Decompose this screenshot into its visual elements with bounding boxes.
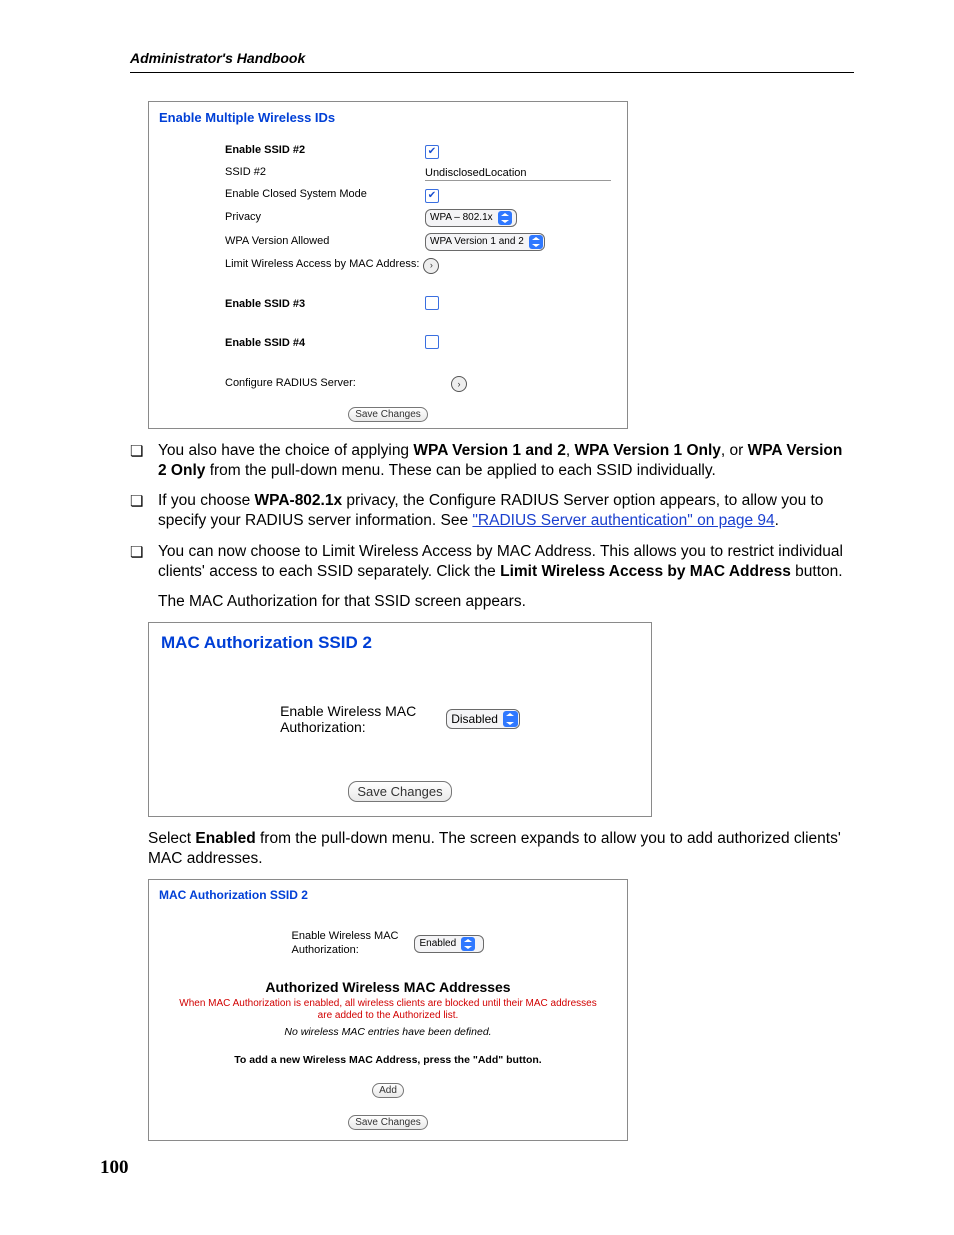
no-entries-note: No wireless MAC entries have been define… (149, 1022, 627, 1050)
wpa-version-select[interactable]: WPA Version 1 and 2 (425, 233, 545, 251)
chevron-updown-icon (461, 937, 475, 951)
page-number: 100 (100, 1157, 129, 1179)
add-button[interactable]: Add (372, 1083, 404, 1098)
chevron-updown-icon (498, 211, 512, 225)
panel2-title: MAC Authorization SSID 2 (149, 623, 651, 657)
enable-ssid2-label: Enable SSID #2 (149, 144, 425, 156)
enable-ssid3-label: Enable SSID #3 (149, 298, 425, 310)
paragraph: Select Enabled from the pull-down menu. … (148, 829, 854, 869)
mac-auth-warning: When MAC Authorization is enabled, all w… (149, 998, 627, 1022)
add-instruction: To add a new Wireless MAC Address, press… (149, 1050, 627, 1078)
doc-bullet-list: ❏ You also have the choice of applying W… (130, 441, 854, 582)
save-changes-button[interactable]: Save Changes (348, 781, 451, 802)
chevron-updown-icon (529, 235, 543, 249)
enable-mac-auth-label: Enable Wireless MACAuthorization: (280, 703, 416, 735)
privacy-label: Privacy (149, 211, 425, 223)
enable-ssid4-label: Enable SSID #4 (149, 337, 425, 349)
enable-multiple-wireless-ids-panel: Enable Multiple Wireless IDs Enable SSID… (148, 101, 628, 429)
enable-ssid3-checkbox[interactable] (425, 296, 439, 310)
radius-link[interactable]: "RADIUS Server authentication" on page 9… (472, 512, 774, 529)
closed-system-mode-checkbox[interactable] (425, 189, 439, 203)
list-item: ❏ You can now choose to Limit Wireless A… (130, 542, 854, 582)
enable-ssid4-checkbox[interactable] (425, 335, 439, 349)
save-changes-button[interactable]: Save Changes (348, 1115, 428, 1130)
ssid2-input[interactable]: UndisclosedLocation (425, 167, 611, 181)
bullet-icon: ❏ (130, 542, 158, 582)
bullet-icon: ❏ (130, 491, 158, 531)
configure-radius-button[interactable]: › (451, 376, 467, 392)
save-changes-button[interactable]: Save Changes (348, 407, 428, 422)
chevron-updown-icon (503, 711, 518, 727)
authorized-mac-heading: Authorized Wireless MAC Addresses (149, 977, 627, 998)
privacy-select[interactable]: WPA – 802.1x (425, 209, 517, 227)
bullet-icon: ❏ (130, 441, 158, 481)
running-header: Administrator's Handbook (130, 50, 854, 73)
mac-auth-ssid2-panel: MAC Authorization SSID 2 Enable Wireless… (148, 622, 652, 817)
paragraph: The MAC Authorization for that SSID scre… (158, 592, 854, 612)
limit-mac-button[interactable]: › (423, 258, 439, 274)
enable-ssid2-checkbox[interactable] (425, 145, 439, 159)
panel1-title: Enable Multiple Wireless IDs (149, 102, 627, 139)
list-item: ❏ You also have the choice of applying W… (130, 441, 854, 481)
enable-mac-auth-label: Enable Wireless MACAuthorization: (292, 930, 399, 956)
mac-auth-select-enabled[interactable]: Enabled (414, 935, 484, 953)
closed-system-mode-label: Enable Closed System Mode (149, 188, 425, 200)
mac-auth-select[interactable]: Disabled (446, 709, 520, 729)
limit-mac-label: Limit Wireless Access by MAC Address: (149, 258, 419, 270)
panel3-title: MAC Authorization SSID 2 (149, 880, 627, 914)
mac-auth-ssid2-panel-expanded: MAC Authorization SSID 2 Enable Wireless… (148, 879, 628, 1140)
ssid2-label: SSID #2 (149, 166, 425, 178)
configure-radius-label: Configure RADIUS Server: (149, 377, 425, 389)
wpa-version-label: WPA Version Allowed (149, 235, 425, 247)
list-item: ❏ If you choose WPA-802.1x privacy, the … (130, 491, 854, 531)
